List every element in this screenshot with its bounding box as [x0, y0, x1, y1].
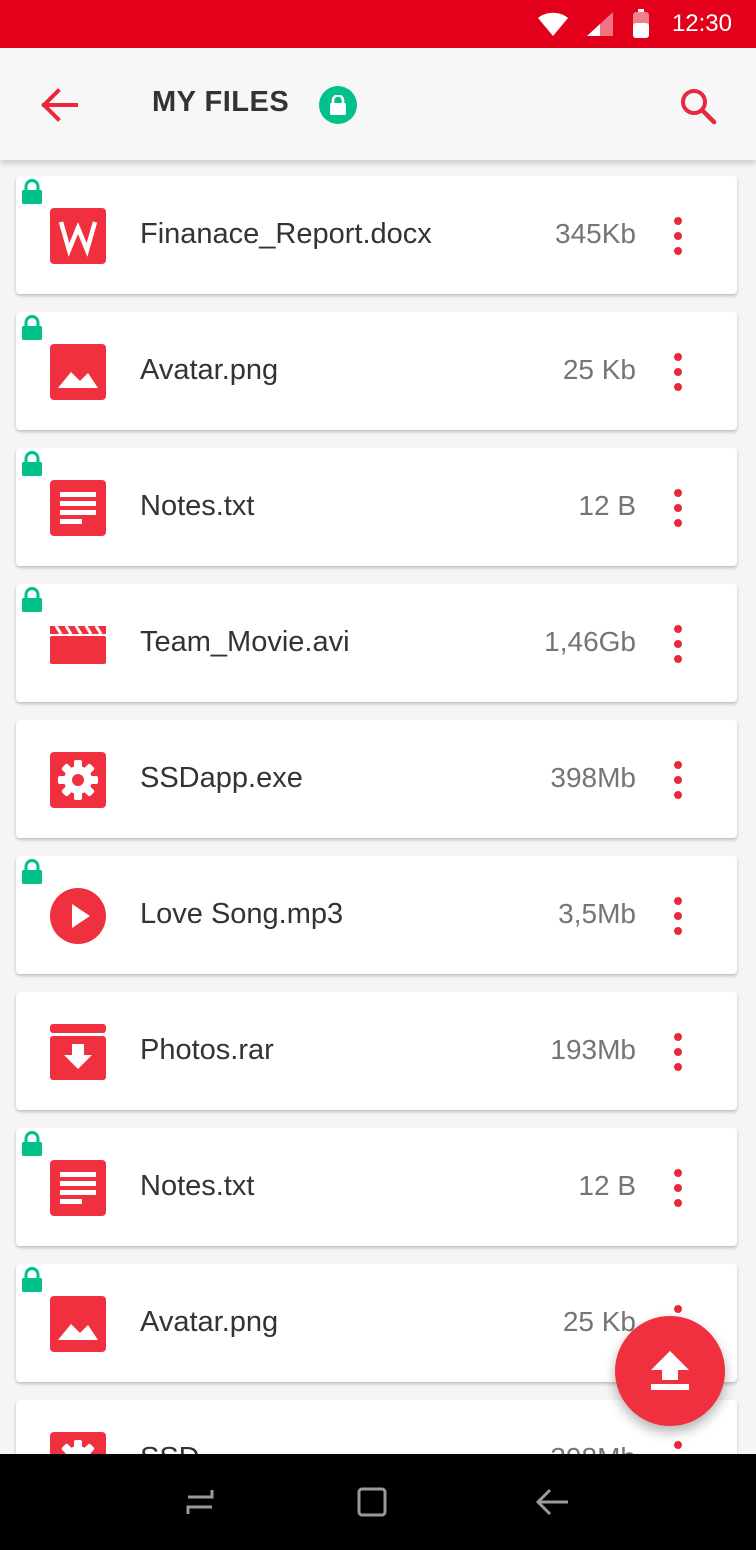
movie-icon: [50, 625, 106, 664]
lock-badge: [319, 86, 357, 124]
settings-app-icon: [50, 752, 106, 808]
page-title: MY FILES: [152, 86, 290, 118]
back-icon: [535, 1488, 568, 1516]
search-button[interactable]: [676, 84, 720, 128]
more-options-icon[interactable]: [666, 484, 690, 532]
file-name: SSDapp.exe: [140, 762, 303, 794]
file-card[interactable]: Notes.txt 12 B: [16, 1128, 737, 1246]
more-options-icon[interactable]: [666, 212, 690, 260]
lock-icon: [22, 315, 42, 340]
file-name: Notes.txt: [140, 1170, 255, 1202]
settings-app-icon: [50, 1432, 106, 1454]
home-icon: [357, 1487, 387, 1517]
file-size: 25 Kb: [562, 354, 636, 385]
more-options-icon[interactable]: [666, 756, 690, 804]
lock-icon: [22, 179, 42, 204]
upload-icon: [651, 1351, 689, 1390]
app-bar: MY FILES: [0, 48, 756, 160]
lock-icon: [22, 859, 42, 884]
file-name: Avatar.png: [140, 354, 279, 386]
upload-button[interactable]: [615, 1316, 725, 1426]
file-size: 398Mb: [550, 762, 636, 793]
play-icon: [50, 888, 106, 944]
file-card[interactable]: Notes.txt 12 B: [16, 448, 737, 566]
image-icon: [50, 344, 106, 400]
lock-icon: [22, 451, 42, 476]
text-file-icon: [50, 1160, 106, 1216]
file-size: 12 B: [578, 490, 636, 521]
lock-icon: [22, 587, 42, 612]
file-card[interactable]: Team_Movie.avi 1,46Gb: [16, 584, 737, 702]
file-name: Notes.txt: [140, 490, 255, 522]
file-card[interactable]: Avatar.png 25 Kb: [16, 312, 737, 430]
file-list: Finanace_Report.docx 345Kb Avatar.png 25…: [0, 160, 756, 1454]
battery-icon: [632, 9, 649, 38]
file-size: 25 Kb: [562, 1306, 636, 1337]
more-options-icon[interactable]: [666, 1164, 690, 1212]
image-icon: [50, 1296, 106, 1352]
more-options-icon[interactable]: [666, 892, 690, 940]
file-size: 345Kb: [555, 218, 636, 249]
archive-icon: [50, 1024, 106, 1080]
system-nav-bar: [0, 1454, 756, 1550]
file-card[interactable]: SSDapp.exe 398Mb: [16, 720, 737, 838]
signal-icon: [586, 12, 613, 36]
file-size: 398Mb: [550, 1442, 636, 1454]
lock-icon: [22, 1131, 42, 1156]
file-name: Team_Movie.avi: [140, 626, 350, 658]
file-card[interactable]: Photos.rar 193Mb: [16, 992, 737, 1110]
back-button[interactable]: [38, 84, 80, 126]
file-size: 1,46Gb: [544, 626, 636, 657]
home-button[interactable]: [350, 1480, 394, 1524]
file-size: 12 B: [578, 1170, 636, 1201]
file-card[interactable]: Finanace_Report.docx 345Kb: [16, 176, 737, 294]
file-card[interactable]: Love Song.mp3 3,5Mb: [16, 856, 737, 974]
arrow-back-icon: [41, 88, 78, 122]
lock-icon: [22, 1267, 42, 1292]
lock-icon: [330, 95, 346, 115]
nav-back-button[interactable]: [530, 1480, 574, 1524]
status-bar: 12:30: [0, 0, 756, 48]
word-doc-icon: [50, 208, 106, 264]
more-options-icon[interactable]: [666, 348, 690, 396]
file-size: 193Mb: [550, 1034, 636, 1065]
more-options-icon[interactable]: [666, 620, 690, 668]
more-options-icon[interactable]: [666, 1436, 690, 1454]
file-size: 3,5Mb: [558, 898, 636, 929]
file-name: Avatar.png: [140, 1306, 279, 1338]
file-name: SSD: [140, 1442, 200, 1454]
more-options-icon[interactable]: [666, 1028, 690, 1076]
file-name: Love Song.mp3: [140, 898, 344, 930]
wifi-icon: [537, 12, 568, 36]
file-name: Photos.rar: [140, 1034, 274, 1066]
recent-apps-icon: [186, 1490, 214, 1514]
recent-apps-button[interactable]: [178, 1480, 222, 1524]
text-file-icon: [50, 480, 106, 536]
file-name: Finanace_Report.docx: [140, 218, 432, 250]
search-icon: [681, 89, 717, 125]
status-time: 12:30: [671, 10, 732, 37]
